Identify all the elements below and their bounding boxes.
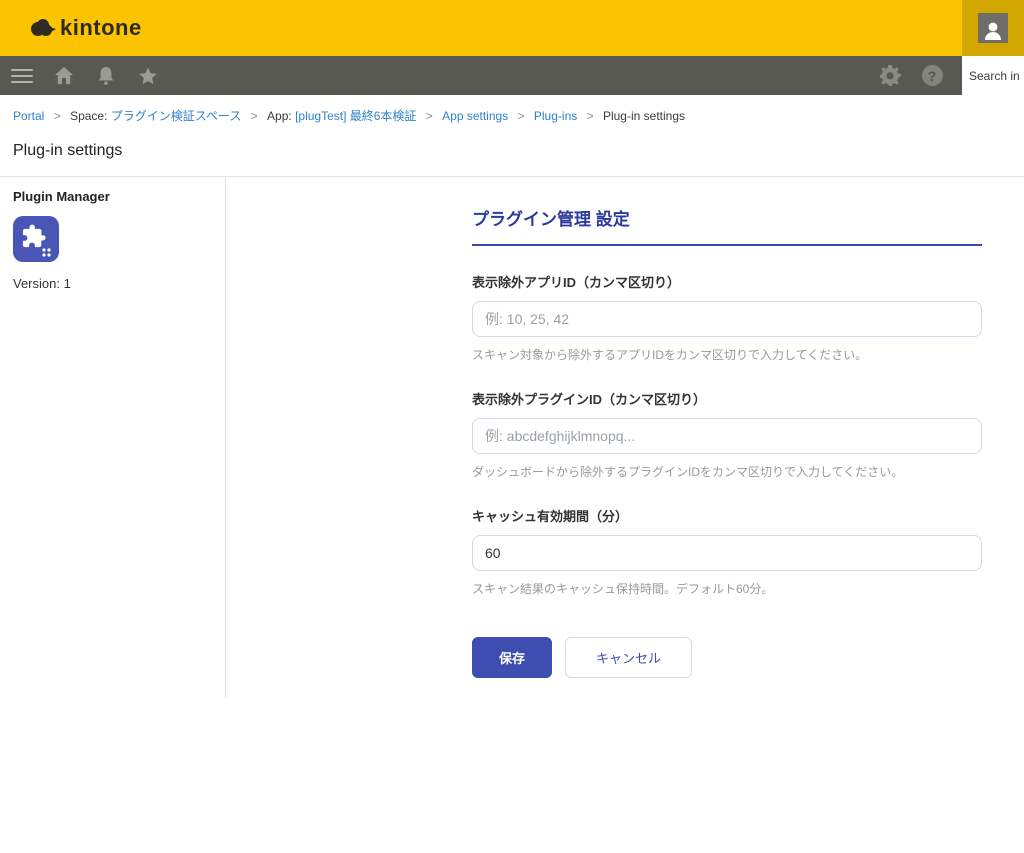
- favorite-star-icon[interactable]: [136, 64, 160, 88]
- cache-duration-label: キャッシュ有効期間（分）: [472, 506, 982, 525]
- search-input[interactable]: Search in: [962, 56, 1024, 95]
- page-title: Plug-in settings: [0, 128, 1024, 176]
- breadcrumb-app-prefix: App:: [267, 109, 295, 123]
- header-user-area: [962, 0, 1024, 56]
- content-area: Plugin Manager Version: 1 プラグイン管理 設定 表示除…: [0, 177, 1024, 698]
- excluded-app-ids-help: スキャン対象から除外するアプリIDをカンマ区切りで入力してください。: [472, 346, 982, 363]
- toolbar-right-group: ? Search in: [878, 56, 1024, 95]
- hamburger-bars: [11, 69, 33, 83]
- breadcrumb-separator: >: [251, 109, 258, 123]
- logo-text: kintone: [60, 15, 142, 41]
- breadcrumb-current: Plug-in settings: [603, 109, 685, 123]
- plugin-name: Plugin Manager: [13, 189, 212, 204]
- app-header: kintone: [0, 0, 1024, 56]
- form-buttons: 保存 キャンセル: [472, 637, 982, 678]
- breadcrumb-link-space[interactable]: プラグイン検証スペース: [111, 109, 242, 123]
- excluded-plugin-ids-input[interactable]: [472, 418, 982, 454]
- breadcrumb-separator: >: [426, 109, 433, 123]
- settings-gear-icon[interactable]: [878, 64, 902, 88]
- plugin-puzzle-icon: [13, 216, 59, 262]
- help-question-mark: ?: [922, 65, 943, 86]
- plugin-version: Version: 1: [13, 276, 212, 291]
- breadcrumb-link-app[interactable]: [plugTest] 最終6本検証: [295, 109, 416, 123]
- kintone-cloud-icon: [30, 17, 56, 39]
- breadcrumb-separator: >: [518, 109, 525, 123]
- cancel-button[interactable]: キャンセル: [565, 637, 692, 678]
- notification-bell-icon[interactable]: [94, 64, 118, 88]
- excluded-app-ids-input[interactable]: [472, 301, 982, 337]
- breadcrumb: Portal > Space: プラグイン検証スペース > App: [plug…: [0, 95, 1024, 128]
- cache-duration-help: スキャン結果のキャッシュ保持時間。デフォルト60分。: [472, 580, 982, 597]
- breadcrumb-space-prefix: Space:: [70, 109, 111, 123]
- user-avatar[interactable]: [978, 13, 1008, 43]
- excluded-plugin-ids-help: ダッシュボードから除外するプラグインIDをカンマ区切りで入力してください。: [472, 463, 982, 480]
- breadcrumb-link-portal[interactable]: Portal: [13, 109, 44, 123]
- breadcrumb-separator: >: [54, 109, 61, 123]
- toolbar: ? Search in: [0, 56, 1024, 95]
- excluded-plugin-ids-label: 表示除外プラグインID（カンマ区切り）: [472, 389, 982, 408]
- breadcrumb-link-app-settings[interactable]: App settings: [442, 109, 508, 123]
- help-icon[interactable]: ?: [920, 64, 944, 88]
- breadcrumb-link-plugins[interactable]: Plug-ins: [534, 109, 577, 123]
- excluded-app-ids-label: 表示除外アプリID（カンマ区切り）: [472, 272, 982, 291]
- plugin-settings-form: プラグイン管理 設定 表示除外アプリID（カンマ区切り） スキャン対象から除外す…: [472, 205, 982, 678]
- home-icon[interactable]: [52, 64, 76, 88]
- cache-duration-input[interactable]: [472, 535, 982, 571]
- kintone-logo[interactable]: kintone: [30, 15, 142, 41]
- save-button[interactable]: 保存: [472, 637, 552, 678]
- plugin-sidebar: Plugin Manager Version: 1: [0, 177, 226, 698]
- breadcrumb-separator: >: [587, 109, 594, 123]
- hamburger-menu-icon[interactable]: [10, 64, 34, 88]
- settings-main: プラグイン管理 設定 表示除外アプリID（カンマ区切り） スキャン対象から除外す…: [226, 177, 1024, 698]
- person-icon: [982, 19, 1004, 43]
- form-heading: プラグイン管理 設定: [472, 205, 982, 246]
